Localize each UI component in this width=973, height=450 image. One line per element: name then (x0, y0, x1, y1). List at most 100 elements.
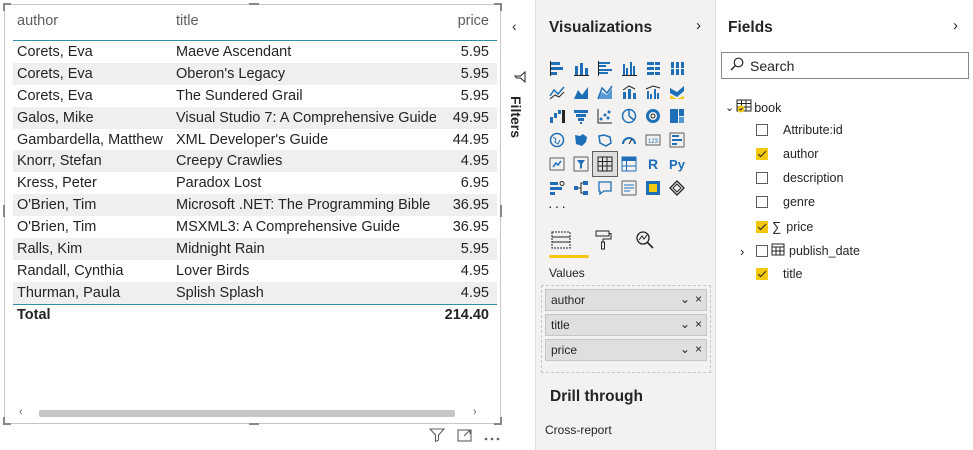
format-paint-roller-icon[interactable] (591, 228, 615, 252)
field-checkbox[interactable] (756, 196, 768, 208)
table-node-book[interactable]: ⌄ book (725, 99, 781, 116)
field-checkbox[interactable] (756, 268, 768, 280)
field-item-price[interactable]: ∑ price (756, 219, 813, 234)
100-stacked-column-chart-icon[interactable] (665, 56, 689, 80)
remove-field-icon[interactable]: × (695, 317, 702, 331)
filters-pane-collapsed[interactable]: ‹ Filters (506, 4, 534, 450)
table-row[interactable]: Corets, Eva Oberon's Legacy 5.95 (13, 62, 497, 85)
field-item-attribute-id[interactable]: Attribute:id (756, 123, 843, 137)
line-chart-icon[interactable] (545, 80, 569, 104)
fields-search-box[interactable] (721, 52, 969, 79)
field-item-description[interactable]: description (756, 171, 843, 185)
clustered-column-chart-icon[interactable] (617, 56, 641, 80)
table-visual[interactable]: author title price Corets, Eva Maeve Asce… (3, 3, 502, 425)
field-item-genre[interactable]: genre (756, 195, 815, 209)
resize-handle[interactable] (249, 3, 259, 5)
field-item-author[interactable]: author (756, 147, 818, 161)
resize-handle[interactable] (3, 205, 5, 217)
field-item-publish-date[interactable]: › publish_date (740, 243, 860, 259)
table-row[interactable]: O'Brien, Tim Microsoft .NET: The Programm… (13, 194, 497, 217)
chevron-right-icon[interactable]: › (953, 17, 958, 34)
field-item-title[interactable]: title (756, 267, 802, 281)
r-script-visual-icon[interactable]: R (641, 152, 665, 176)
100-stacked-bar-chart-icon[interactable] (641, 56, 665, 80)
table-row[interactable]: Ralls, Kim Midnight Rain 5.95 (13, 238, 497, 260)
filled-map-icon[interactable] (569, 128, 593, 152)
kpi-icon[interactable] (545, 152, 569, 176)
chevron-down-icon[interactable]: ⌄ (680, 317, 690, 331)
more-visuals-icon[interactable]: ··· (548, 198, 568, 214)
paginated-report-icon[interactable] (641, 176, 665, 200)
chevron-left-icon[interactable]: ‹ (512, 18, 517, 34)
remove-field-icon[interactable]: × (695, 342, 702, 356)
funnel-chart-icon[interactable] (569, 104, 593, 128)
line-and-stacked-column-chart-icon[interactable] (617, 80, 641, 104)
resize-handle[interactable] (3, 3, 5, 11)
card-icon[interactable]: 123 (641, 128, 665, 152)
pie-chart-icon[interactable] (617, 104, 641, 128)
resize-handle[interactable] (249, 423, 259, 425)
table-row[interactable]: Gambardella, Matthew XML Developer's Guid… (13, 129, 497, 151)
slicer-icon[interactable] (569, 152, 593, 176)
resize-handle[interactable] (3, 417, 5, 425)
multi-row-card-icon[interactable] (665, 128, 689, 152)
resize-handle[interactable] (500, 3, 502, 11)
resize-handle[interactable] (500, 417, 502, 425)
line-and-clustered-column-chart-icon[interactable] (641, 80, 665, 104)
table-row[interactable]: Corets, Eva The Sundered Grail 5.95 (13, 85, 497, 107)
column-header-price[interactable]: price (436, 13, 493, 29)
matrix-icon[interactable] (617, 152, 641, 176)
power-apps-icon[interactable] (665, 176, 689, 200)
stacked-area-chart-icon[interactable] (593, 80, 617, 104)
scatter-chart-icon[interactable] (593, 104, 617, 128)
fields-tab-icon[interactable] (549, 228, 573, 252)
chevron-down-icon[interactable]: ⌄ (680, 292, 690, 306)
table-visual-icon[interactable] (592, 151, 618, 177)
donut-chart-icon[interactable] (641, 104, 665, 128)
table-row[interactable]: Thurman, Paula Splish Splash 4.95 (13, 281, 497, 304)
smart-narrative-icon[interactable] (617, 176, 641, 200)
analytics-magnifier-icon[interactable] (633, 228, 657, 252)
field-checkbox[interactable] (756, 124, 768, 136)
gauge-icon[interactable] (617, 128, 641, 152)
search-input[interactable] (750, 57, 950, 74)
chevron-down-icon[interactable]: ⌄ (725, 101, 734, 114)
chevron-right-icon[interactable]: › (696, 17, 701, 34)
treemap-icon[interactable] (665, 104, 689, 128)
python-visual-icon[interactable]: Py (665, 152, 689, 176)
horizontal-scrollbar[interactable]: ‹ › (11, 406, 494, 419)
column-header-title[interactable]: title (174, 13, 436, 29)
field-well-price[interactable]: price ⌄ × (545, 339, 707, 361)
table-row[interactable]: Knorr, Stefan Creepy Crawlies 4.95 (13, 150, 497, 173)
resize-handle[interactable] (500, 205, 502, 217)
table-row[interactable]: Kress, Peter Paradox Lost 6.95 (13, 172, 497, 194)
clustered-bar-chart-icon[interactable] (593, 56, 617, 80)
table-row[interactable]: Randall, Cynthia Lover Birds 4.95 (13, 260, 497, 282)
scroll-right-icon[interactable]: › (473, 406, 477, 418)
column-header-author[interactable]: author (13, 13, 174, 29)
chevron-down-icon[interactable]: ⌄ (680, 342, 690, 356)
scroll-left-icon[interactable]: ‹ (19, 406, 23, 418)
field-well-title[interactable]: title ⌄ × (545, 314, 707, 336)
filters-label[interactable]: Filters (508, 96, 524, 138)
ribbon-chart-icon[interactable] (665, 80, 689, 104)
table-row[interactable]: O'Brien, Tim MSXML3: A Comprehensive Guid… (13, 216, 497, 238)
filter-icon[interactable] (428, 427, 446, 447)
field-checkbox[interactable] (756, 245, 768, 257)
map-icon[interactable] (545, 128, 569, 152)
qna-icon[interactable] (593, 176, 617, 200)
field-checkbox[interactable] (756, 172, 768, 184)
chevron-right-icon[interactable]: › (740, 244, 752, 259)
shape-map-icon[interactable] (593, 128, 617, 152)
field-well-author[interactable]: author ⌄ × (545, 289, 707, 311)
values-field-well[interactable]: author ⌄ × title ⌄ × price ⌄ × (541, 285, 711, 373)
stacked-column-chart-icon[interactable] (569, 56, 593, 80)
field-checkbox[interactable] (756, 220, 768, 233)
key-influencers-icon[interactable] (545, 176, 569, 200)
scrollbar-thumb[interactable] (39, 410, 455, 417)
stacked-bar-chart-icon[interactable] (545, 56, 569, 80)
more-options-icon[interactable] (484, 428, 500, 446)
focus-mode-icon[interactable] (457, 428, 472, 447)
area-chart-icon[interactable] (569, 80, 593, 104)
remove-field-icon[interactable]: × (695, 292, 702, 306)
